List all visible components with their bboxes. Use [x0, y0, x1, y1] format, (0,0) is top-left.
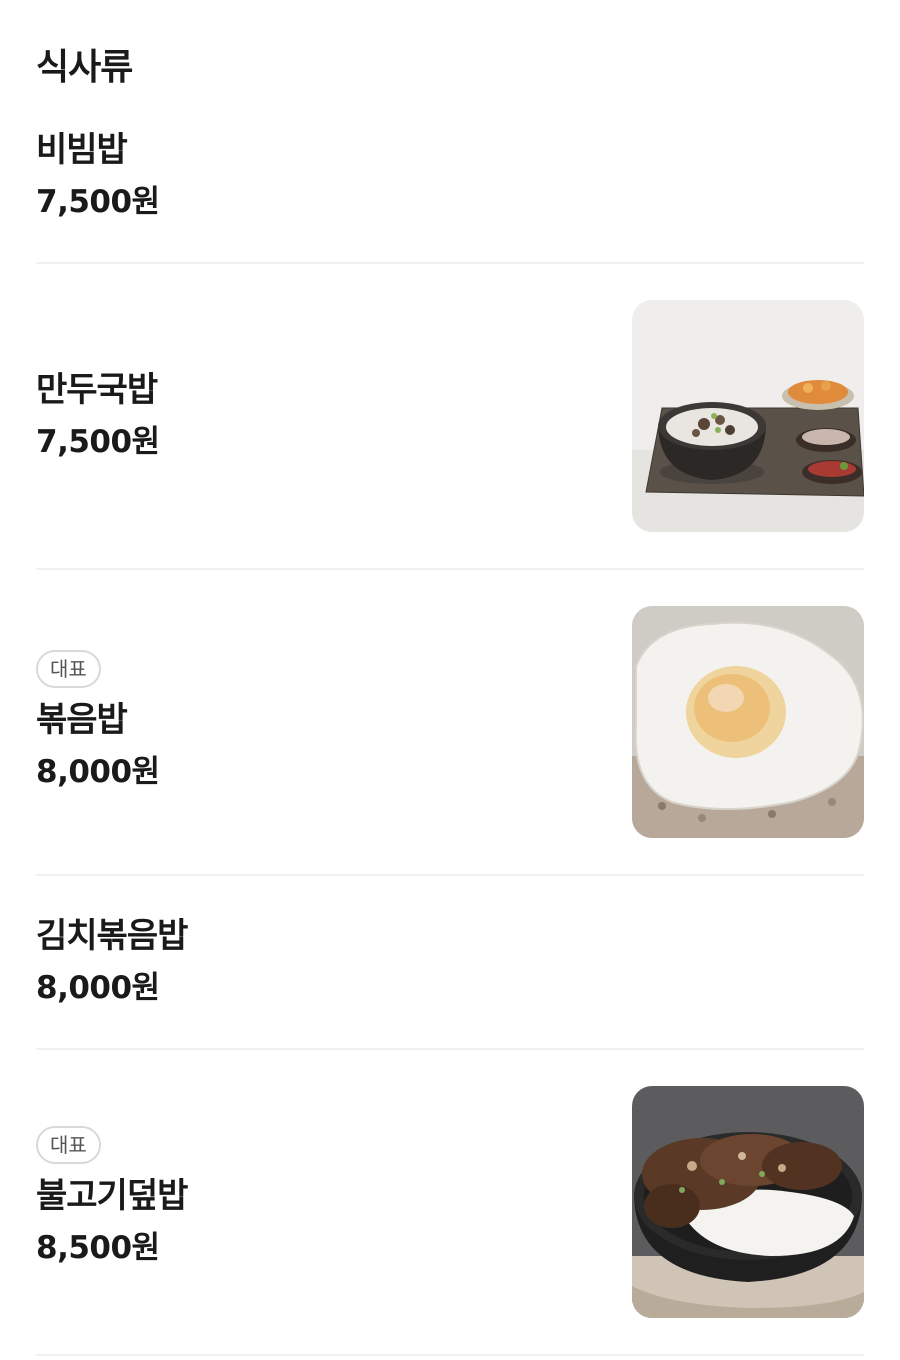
bulgogi-rice-photo: [632, 1086, 864, 1318]
item-price: 8,000원: [36, 970, 160, 1006]
item-name: 비빔밥: [36, 130, 128, 170]
menu-item-fried-rice[interactable]: 대표 볶음밥 8,000원: [36, 570, 864, 876]
item-name: 볶음밥: [36, 700, 128, 740]
item-price: 8,500원: [36, 1230, 160, 1266]
item-price: 7,500원: [36, 424, 160, 460]
menu-item-kimchi-fried-rice[interactable]: 김치볶음밥 8,000원: [36, 876, 864, 1050]
item-name: 불고기덮밥: [36, 1176, 188, 1216]
menu-item-mandu-gukbap[interactable]: 만두국밥 7,500원: [36, 264, 864, 570]
item-name: 만두국밥: [36, 370, 158, 410]
menu-item-bulgogi-rice[interactable]: 대표 불고기덮밥 8,500원: [36, 1050, 864, 1356]
item-name: 김치볶음밥: [36, 916, 188, 956]
item-price: 7,500원: [36, 184, 160, 220]
gukbap-photo: [632, 300, 864, 532]
signature-badge: 대표: [36, 650, 101, 688]
menu-item-bibimbap[interactable]: 비빔밥 7,500원: [36, 118, 864, 264]
signature-badge: 대표: [36, 1126, 101, 1164]
item-price: 8,000원: [36, 754, 160, 790]
section-title: 식사류: [36, 47, 133, 88]
fried-rice-photo: [632, 606, 864, 838]
